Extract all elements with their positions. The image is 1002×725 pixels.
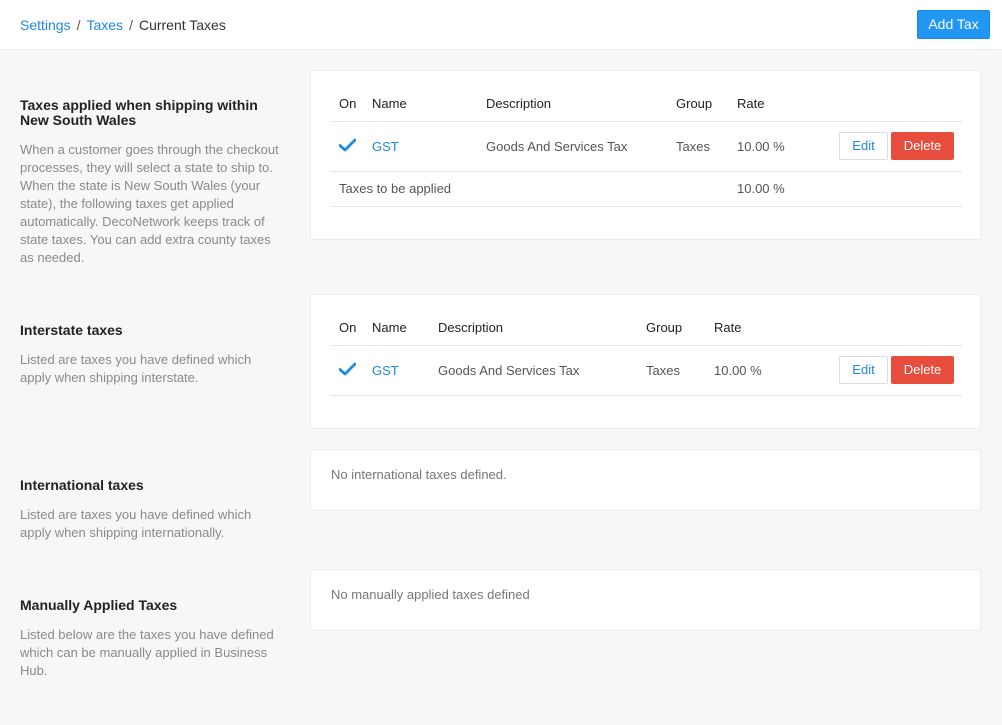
interstate-taxes-card: On Name Description Group Rate GST Goods… [310, 294, 981, 429]
column-header-group: Group [668, 87, 729, 122]
column-header-description: Description [430, 311, 638, 346]
empty-message: No international taxes defined. [331, 467, 507, 482]
breadcrumb-current: Current Taxes [138, 17, 226, 33]
section-title: Taxes applied when shipping within New S… [20, 97, 258, 128]
state-taxes-info: Taxes applied when shipping within New S… [20, 98, 280, 267]
column-header-description: Description [478, 87, 668, 122]
total-spacer [829, 171, 962, 207]
tax-description-cell: Goods And Services Tax [430, 345, 638, 396]
tax-name-link[interactable]: GST [372, 363, 399, 378]
section-description: When a customer goes through the checkou… [20, 142, 279, 265]
column-header-rate: Rate [729, 87, 829, 122]
breadcrumb-taxes-link[interactable]: Taxes [86, 17, 123, 33]
tax-rate-cell: 10.00 % [729, 121, 829, 172]
column-header-on: On [331, 87, 364, 122]
tax-name-cell: GST [364, 121, 478, 172]
table-row: GST Goods And Services Tax Taxes 10.00 %… [331, 121, 962, 172]
section-description: Listed below are the taxes you have defi… [20, 627, 274, 678]
tax-rate-cell: 10.00 % [706, 345, 806, 396]
breadcrumb-separator: / [129, 17, 133, 33]
enabled-cell [331, 345, 364, 396]
tax-description-cell: Goods And Services Tax [478, 121, 668, 172]
column-header-name: Name [364, 87, 478, 122]
delete-button[interactable]: Delete [891, 356, 954, 384]
total-row: Taxes to be applied 10.00 % [331, 171, 962, 207]
edit-button[interactable]: Edit [839, 356, 888, 384]
column-header-on: On [331, 311, 364, 346]
column-header-actions [829, 87, 962, 122]
delete-button[interactable]: Delete [891, 132, 954, 160]
table-row: GST Goods And Services Tax Taxes 10.00 %… [331, 345, 962, 396]
state-taxes-card: On Name Description Group Rate GST Goods… [310, 70, 981, 240]
section-title: Interstate taxes [20, 322, 123, 338]
tax-group-cell: Taxes [668, 121, 729, 172]
table-header-row: On Name Description Group Rate [331, 87, 962, 122]
row-actions: Edit Delete [829, 121, 962, 172]
manual-taxes-info: Manually Applied Taxes Listed below are … [20, 598, 280, 680]
total-label: Taxes to be applied [331, 171, 729, 207]
breadcrumb-settings-link[interactable]: Settings [20, 17, 71, 33]
table-header-row: On Name Description Group Rate [331, 311, 962, 346]
tax-name-link[interactable]: GST [372, 139, 399, 154]
total-rate: 10.00 % [729, 171, 829, 207]
top-bar: Settings / Taxes / Current Taxes Add Tax [0, 0, 1002, 50]
checkmark-icon [339, 362, 356, 375]
tax-name-cell: GST [364, 345, 430, 396]
manual-taxes-card: No manually applied taxes defined [310, 569, 981, 631]
breadcrumb-separator: / [76, 17, 81, 33]
interstate-taxes-table: On Name Description Group Rate GST Goods… [331, 311, 962, 396]
interstate-taxes-info: Interstate taxes Listed are taxes you ha… [20, 323, 280, 387]
column-header-name: Name [364, 311, 430, 346]
section-title: International taxes [20, 477, 144, 493]
column-header-actions [806, 311, 962, 346]
checkmark-icon [339, 138, 356, 151]
empty-message: No manually applied taxes defined [331, 587, 530, 602]
section-title: Manually Applied Taxes [20, 597, 178, 613]
breadcrumb: Settings / Taxes / Current Taxes [20, 17, 226, 33]
section-description: Listed are taxes you have defined which … [20, 352, 252, 385]
state-taxes-table: On Name Description Group Rate GST Goods… [331, 87, 962, 207]
tax-group-cell: Taxes [638, 345, 706, 396]
international-taxes-info: International taxes Listed are taxes you… [20, 478, 280, 542]
column-header-rate: Rate [706, 311, 806, 346]
column-header-group: Group [638, 311, 706, 346]
edit-button[interactable]: Edit [839, 132, 888, 160]
add-tax-button[interactable]: Add Tax [917, 10, 990, 39]
row-actions: Edit Delete [806, 345, 962, 396]
enabled-cell [331, 121, 364, 172]
international-taxes-card: No international taxes defined. [310, 449, 981, 511]
section-description: Listed are taxes you have defined which … [20, 507, 252, 540]
